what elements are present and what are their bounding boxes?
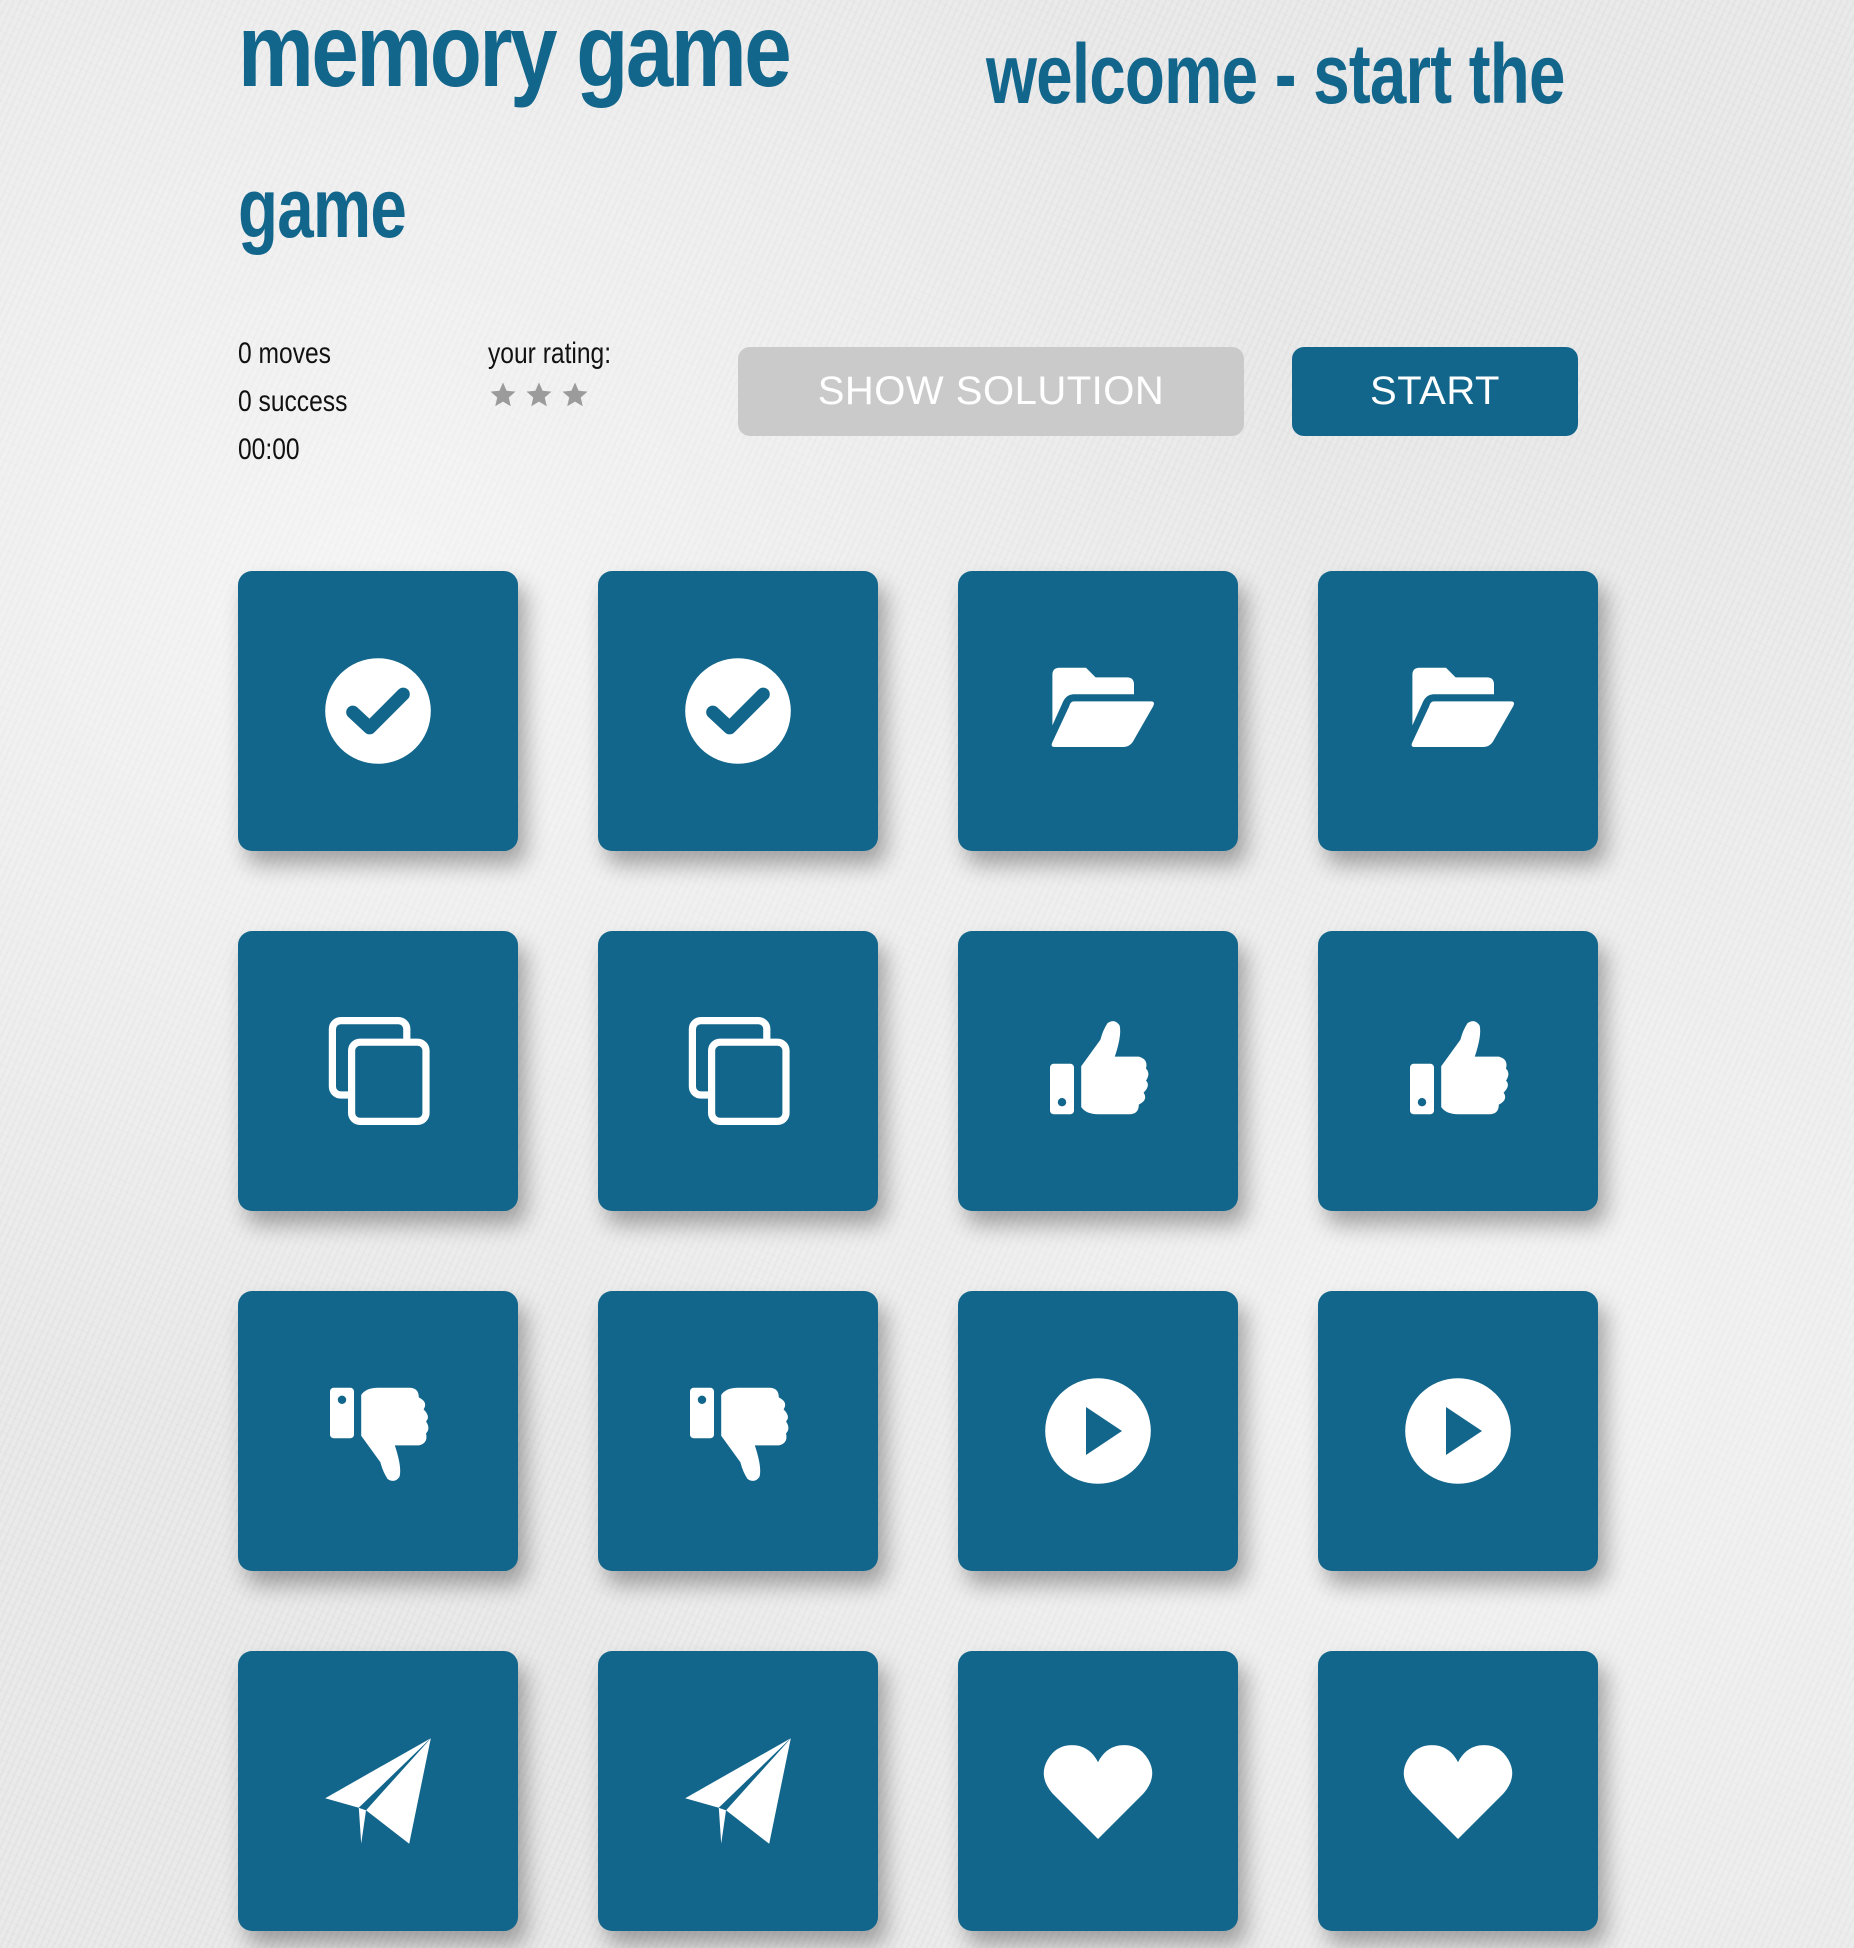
welcome-message-continued: game (238, 161, 407, 255)
star-icon (562, 382, 588, 407)
play-circle-icon (1398, 1371, 1518, 1491)
folder-open-icon (1398, 651, 1518, 771)
memory-card[interactable] (958, 571, 1238, 851)
page-title: memory game (238, 0, 792, 109)
timer: 00:00 (238, 433, 300, 466)
success-counter: 0 success (238, 385, 348, 418)
memory-card[interactable] (958, 931, 1238, 1211)
memory-card[interactable] (598, 1291, 878, 1571)
memory-card[interactable] (958, 1651, 1238, 1931)
paper-plane-icon (678, 1731, 798, 1851)
star-icon (526, 382, 552, 407)
memory-card[interactable] (958, 1291, 1238, 1571)
stats-panel: 0 moves 0 success 00:00 (238, 330, 371, 474)
play-circle-icon (1038, 1371, 1158, 1491)
memory-card[interactable] (238, 571, 518, 851)
folder-open-icon (1038, 651, 1158, 771)
paper-plane-icon (318, 1731, 438, 1851)
moves-counter: 0 moves (238, 337, 331, 370)
thumbs-up-icon (1038, 1011, 1158, 1131)
heart-icon (1398, 1731, 1518, 1851)
memory-card[interactable] (598, 1651, 878, 1931)
memory-card[interactable] (238, 1651, 518, 1931)
rating-label: your rating: (488, 337, 612, 370)
rating-panel: your rating: (488, 330, 638, 410)
star-rating (488, 380, 638, 410)
header: memory game welcome - start the game (238, 0, 1638, 270)
memory-card[interactable] (1318, 1291, 1598, 1571)
copy-icon (318, 1011, 438, 1131)
memory-card[interactable] (1318, 571, 1598, 851)
thumbs-up-icon (1398, 1011, 1518, 1131)
thumbs-down-icon (318, 1371, 438, 1491)
memory-card[interactable] (598, 931, 878, 1211)
check-circle-icon (318, 651, 438, 771)
thumbs-down-icon (678, 1371, 798, 1491)
memory-card[interactable] (1318, 931, 1598, 1211)
card-grid (238, 571, 1598, 1931)
star-icon (490, 382, 516, 407)
memory-card[interactable] (1318, 1651, 1598, 1931)
copy-icon (678, 1011, 798, 1131)
welcome-message: welcome - start the (986, 27, 1565, 121)
show-solution-button[interactable]: SHOW SOLUTION (738, 347, 1244, 436)
memory-card[interactable] (598, 571, 878, 851)
heart-icon (1038, 1731, 1158, 1851)
start-button[interactable]: START (1292, 347, 1578, 436)
check-circle-icon (678, 651, 798, 771)
memory-card[interactable] (238, 1291, 518, 1571)
memory-card[interactable] (238, 931, 518, 1211)
game-container: memory game welcome - start the game 0 m… (238, 0, 1638, 1931)
